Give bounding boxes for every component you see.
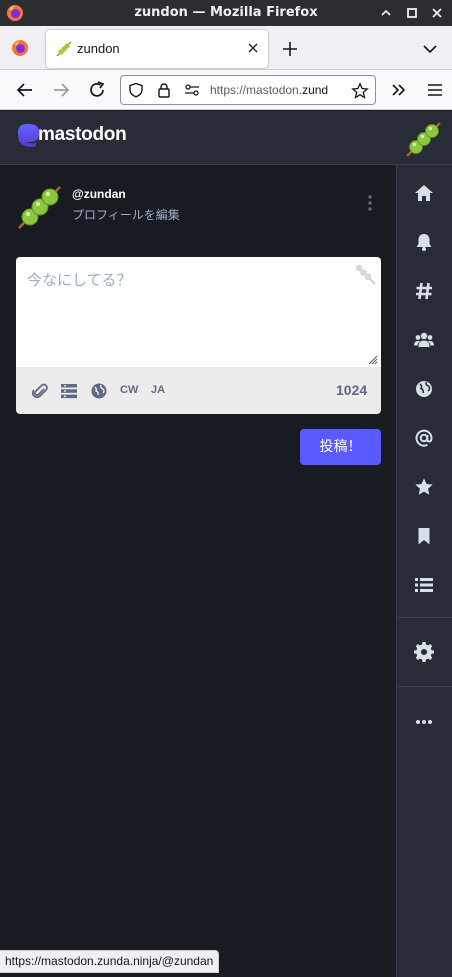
nav-bookmarks[interactable]	[397, 514, 452, 558]
nav-preferences[interactable]	[397, 630, 452, 674]
users-icon	[414, 332, 434, 347]
mastodon-app: mastodon @zundan プロフィールを編集 今なにしてる？ CW JA…	[0, 111, 452, 977]
logo-wordmark: mastodon	[38, 124, 127, 145]
minimize-icon[interactable]	[377, 4, 395, 22]
firefox-view-icon[interactable]	[10, 38, 30, 58]
publish-button[interactable]: 投稿！	[300, 429, 381, 465]
navigation-toolbar: https://mastodon.zund	[0, 70, 452, 110]
link-status-overlay: https://mastodon.zunda.ninja/@zundan	[0, 950, 220, 973]
new-tab-icon[interactable]	[280, 39, 300, 59]
gear-icon	[414, 642, 434, 662]
sidebar-divider	[397, 617, 452, 618]
tab-list-chevron-icon[interactable]	[421, 40, 439, 58]
nav-federated[interactable]	[397, 367, 452, 411]
nav-home[interactable]	[397, 171, 452, 215]
navigation-sidebar	[396, 165, 452, 977]
dango-favicon-icon	[56, 41, 72, 57]
bookmark-star-icon[interactable]	[351, 82, 369, 100]
nav-lists[interactable]	[397, 563, 452, 607]
star-icon	[415, 478, 433, 495]
globe-visibility-icon[interactable]	[90, 382, 108, 400]
sidebar-divider	[397, 686, 452, 687]
header-avatar-icon[interactable]	[404, 119, 444, 159]
language-button[interactable]: JA	[151, 384, 165, 396]
home-icon	[415, 185, 433, 201]
permissions-icon[interactable]	[184, 82, 200, 98]
mastodon-logo[interactable]: mastodon	[16, 123, 127, 151]
close-tab-icon[interactable]	[244, 39, 262, 57]
nav-notifications[interactable]	[397, 220, 452, 264]
maximize-icon[interactable]	[403, 4, 421, 22]
profile-avatar-icon[interactable]	[16, 183, 64, 231]
more-icon	[416, 720, 432, 724]
nav-explore[interactable]	[397, 269, 452, 313]
compose-toolbar: CW JA 1024	[16, 367, 381, 414]
compose-textarea[interactable]: 今なにしてる？	[16, 257, 381, 367]
tab-strip: zundon	[0, 26, 452, 70]
close-window-icon[interactable]	[428, 4, 446, 22]
nav-mentions[interactable]	[397, 416, 452, 460]
url-bar[interactable]: https://mastodon.zund	[120, 75, 376, 105]
app-header: mastodon	[0, 111, 452, 165]
edit-profile-link[interactable]: プロフィールを編集	[72, 206, 180, 223]
poll-icon[interactable]	[60, 382, 78, 400]
forward-arrow-icon[interactable]	[51, 80, 71, 100]
bookmark-icon	[418, 528, 430, 545]
bell-icon	[416, 234, 432, 251]
reload-icon[interactable]	[87, 80, 107, 100]
overflow-chevrons-icon[interactable]	[389, 80, 409, 100]
nav-favourites[interactable]	[397, 465, 452, 509]
tab-label: zundon	[77, 41, 120, 56]
shield-icon[interactable]	[128, 82, 144, 98]
character-counter: 1024	[336, 382, 368, 398]
paperclip-icon[interactable]	[31, 382, 49, 400]
tab-zundon[interactable]: zundon	[46, 30, 268, 68]
back-arrow-icon[interactable]	[15, 80, 35, 100]
nav-more[interactable]	[397, 699, 452, 743]
resize-grip-icon[interactable]	[368, 355, 378, 365]
hamburger-menu-icon[interactable]	[425, 80, 445, 100]
at-icon	[415, 429, 433, 447]
nav-local[interactable]	[397, 318, 452, 362]
lock-icon[interactable]	[156, 82, 172, 98]
list-icon	[415, 578, 433, 592]
hashtag-icon	[416, 282, 432, 300]
compose-placeholder: 今なにしてる？	[27, 271, 132, 289]
content-warning-button[interactable]: CW	[120, 384, 138, 396]
kebab-menu-icon[interactable]	[364, 193, 376, 213]
account-handle[interactable]: @zundan	[72, 187, 126, 201]
window-titlebar: zundon — Mozilla Firefox	[0, 0, 452, 26]
emoji-picker-icon[interactable]	[353, 262, 377, 286]
url-text[interactable]: https://mastodon.zund	[210, 83, 328, 97]
globe-icon	[416, 381, 432, 397]
